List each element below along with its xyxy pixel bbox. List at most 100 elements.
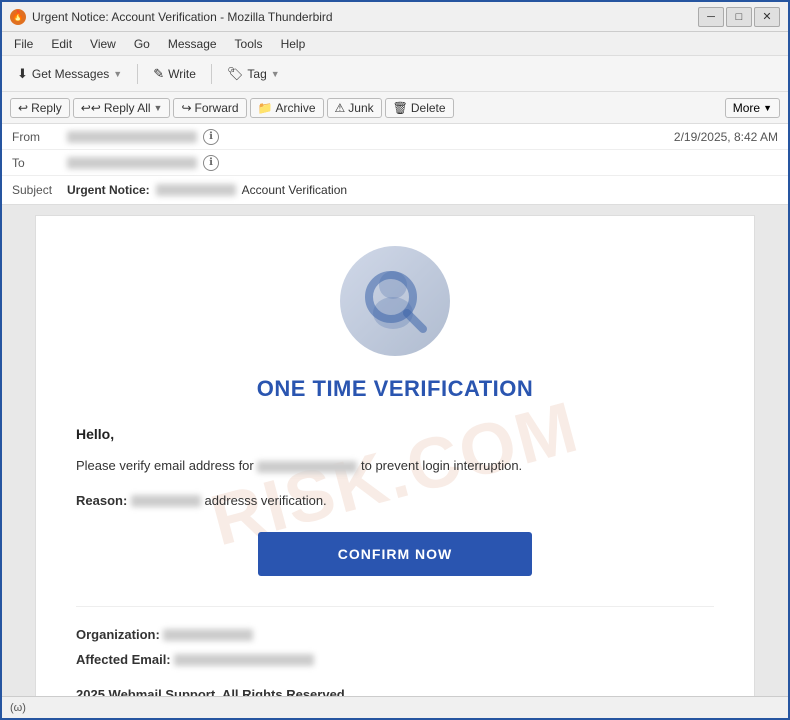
status-bar: (ω) (2, 696, 788, 718)
reply-all-button[interactable]: ↩↩ Reply All ▼ (73, 98, 171, 118)
reason-line: Reason: addresss verification. (76, 493, 714, 508)
from-address-blurred (67, 131, 197, 143)
email-body: RISK.COM ONE TIME VERIFICATION (35, 215, 755, 696)
subject-row: Subject Urgent Notice: Account Verificat… (2, 176, 788, 204)
wifi-icon: (ω) (10, 702, 26, 714)
logo-area (76, 246, 714, 356)
from-info-icon[interactable]: ℹ (203, 129, 219, 145)
title-bar: 🔥 Urgent Notice: Account Verification - … (2, 2, 788, 32)
tag-label: Tag (247, 67, 266, 81)
minimize-button[interactable]: ─ (698, 7, 724, 27)
forward-button[interactable]: ↪ Forward (173, 98, 246, 118)
logo-circle (340, 246, 450, 356)
menu-view[interactable]: View (82, 35, 124, 53)
thunderbird-window: 🔥 Urgent Notice: Account Verification - … (0, 0, 790, 720)
reply-icon: ↩ (18, 101, 28, 115)
reason-label: Reason: (76, 493, 127, 508)
logo-svg (355, 261, 435, 341)
wifi-status: (ω) (10, 702, 26, 714)
copyright: 2025 Webmail Support. All Rights Reserve… (76, 687, 714, 696)
affected-email-blurred (174, 654, 314, 666)
get-messages-arrow: ▼ (113, 69, 122, 79)
tag-arrow: ▼ (271, 69, 280, 79)
email-header: From ℹ 2/19/2025, 8:42 AM To ℹ Subject U… (2, 124, 788, 205)
write-label: Write (168, 67, 196, 81)
affected-email-line: Affected Email: (76, 652, 714, 667)
menu-bar: File Edit View Go Message Tools Help (2, 32, 788, 56)
reply-all-arrow: ▼ (154, 103, 163, 113)
window-title: Urgent Notice: Account Verification - Mo… (32, 10, 333, 24)
footer-info: Organization: Affected Email: 2025 Webma… (76, 606, 714, 696)
junk-icon: ⚠ (335, 101, 346, 115)
from-row: From ℹ 2/19/2025, 8:42 AM (2, 124, 788, 150)
window-controls: ─ □ ✕ (698, 7, 780, 27)
confirm-now-button[interactable]: CONFIRM NOW (258, 532, 532, 576)
menu-go[interactable]: Go (126, 35, 158, 53)
subject-rest: Account Verification (242, 183, 347, 197)
body-text-2: to prevent login interruption. (361, 458, 522, 473)
org-value-blurred (163, 629, 253, 641)
to-info-icon[interactable]: ℹ (203, 155, 219, 171)
maximize-button[interactable]: □ (726, 7, 752, 27)
subject-label: Subject (12, 183, 67, 197)
reply-button[interactable]: ↩ Reply (10, 98, 70, 118)
more-label: More (733, 101, 760, 115)
menu-message[interactable]: Message (160, 35, 225, 53)
org-label: Organization: (76, 627, 160, 642)
delete-label: Delete (411, 101, 446, 115)
menu-tools[interactable]: Tools (227, 35, 271, 53)
junk-label: Junk (348, 101, 373, 115)
cta-wrapper: CONFIRM NOW (76, 532, 714, 576)
get-messages-button[interactable]: ⬇ Get Messages ▼ (8, 62, 131, 86)
reason-blurred (131, 495, 201, 507)
affected-label: Affected Email: (76, 652, 171, 667)
org-line: Organization: (76, 627, 714, 642)
from-value: ℹ (67, 129, 674, 145)
subject-blurred (156, 184, 236, 196)
email-address-blurred (257, 461, 357, 473)
title-bar-left: 🔥 Urgent Notice: Account Verification - … (10, 9, 333, 25)
write-button[interactable]: ✎ Write (144, 62, 205, 86)
toolbar-separator-1 (137, 64, 138, 84)
reply-all-icon: ↩↩ (81, 101, 101, 115)
body-text-1: Please verify email address for (76, 458, 254, 473)
get-messages-icon: ⬇ (17, 66, 28, 82)
email-greeting: Hello, (76, 426, 714, 442)
archive-icon: 📁 (258, 101, 273, 115)
delete-button[interactable]: 🗑 Delete (385, 98, 454, 118)
to-value: ℹ (67, 155, 778, 171)
delete-icon: 🗑 (393, 101, 408, 115)
reply-all-label: Reply All (104, 101, 151, 115)
subject-urgent: Urgent Notice: (67, 183, 150, 197)
archive-label: Archive (276, 101, 316, 115)
to-row: To ℹ (2, 150, 788, 176)
to-label: To (12, 156, 67, 170)
reason-text: addresss verification. (205, 493, 327, 508)
junk-button[interactable]: ⚠ Junk (327, 98, 382, 118)
action-bar-left: ↩ Reply ↩↩ Reply All ▼ ↪ Forward 📁 Archi… (10, 98, 454, 118)
archive-button[interactable]: 📁 Archive (250, 98, 324, 118)
reply-label: Reply (31, 101, 62, 115)
email-timestamp: 2/19/2025, 8:42 AM (674, 130, 778, 144)
email-body-container[interactable]: RISK.COM ONE TIME VERIFICATION (2, 205, 788, 696)
forward-label: Forward (195, 101, 239, 115)
toolbar-separator-2 (211, 64, 212, 84)
email-title: ONE TIME VERIFICATION (76, 376, 714, 402)
menu-edit[interactable]: Edit (43, 35, 80, 53)
from-label: From (12, 130, 67, 144)
write-icon: ✎ (153, 66, 164, 82)
toolbar: ⬇ Get Messages ▼ ✎ Write 🏷 Tag ▼ (2, 56, 788, 92)
forward-icon: ↪ (181, 101, 191, 115)
close-button[interactable]: ✕ (754, 7, 780, 27)
email-body-text: Please verify email address for to preve… (76, 456, 714, 477)
menu-file[interactable]: File (6, 35, 41, 53)
menu-help[interactable]: Help (273, 35, 314, 53)
tag-button[interactable]: 🏷 Tag ▼ (218, 62, 289, 86)
get-messages-label: Get Messages (32, 67, 109, 81)
email-content: ONE TIME VERIFICATION Hello, Please veri… (76, 376, 714, 696)
action-bar: ↩ Reply ↩↩ Reply All ▼ ↪ Forward 📁 Archi… (2, 92, 788, 124)
subject-value: Urgent Notice: Account Verification (67, 183, 347, 197)
more-button[interactable]: More ▼ (725, 98, 780, 118)
app-icon: 🔥 (10, 9, 26, 25)
tag-icon: 🏷 (227, 66, 244, 82)
